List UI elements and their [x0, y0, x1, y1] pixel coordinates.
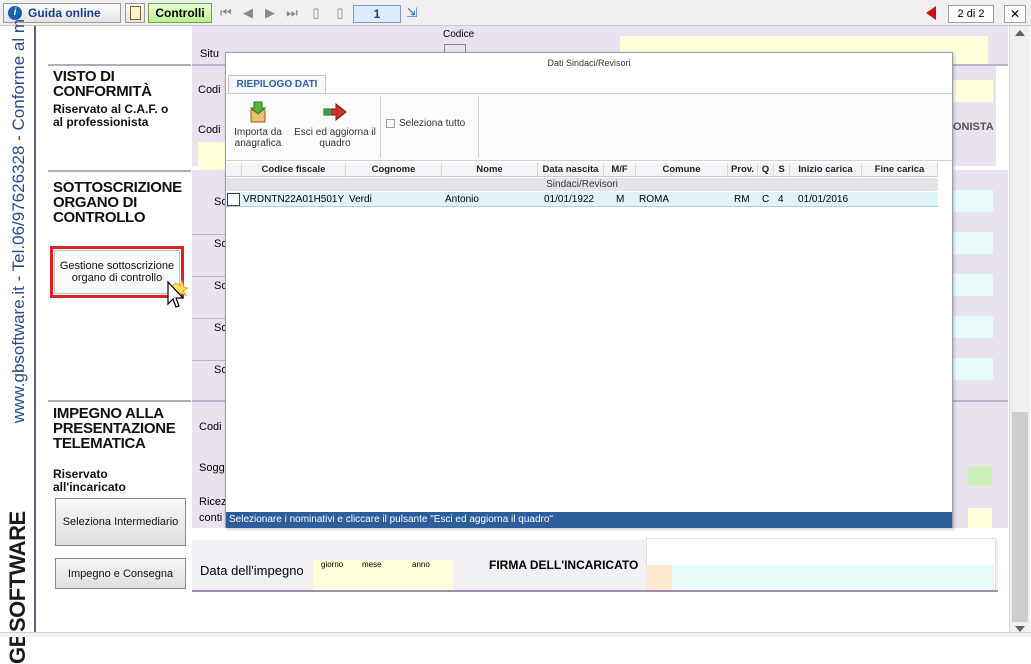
vertical-website-text: www.gbsoftware.it - Tel.06/97626328 - Co…: [9, 19, 28, 424]
sidebar-band: www.gbsoftware.it - Tel.06/97626328 - Co…: [0, 19, 36, 664]
scroll-up-icon[interactable]: [1015, 30, 1025, 36]
new-page-icon[interactable]: ▯: [308, 5, 324, 21]
tab-riepilogo-dati[interactable]: RIEPILOGO DATI: [228, 75, 326, 93]
delete-page-icon[interactable]: ▯: [332, 5, 348, 21]
import-icon: [249, 101, 267, 123]
back-arrow-icon[interactable]: [926, 6, 936, 20]
first-page-icon[interactable]: ⏮: [218, 5, 234, 21]
dialog-status-bar: Selezionare i nominativi e cliccare il p…: [226, 512, 952, 528]
mouse-cursor-icon: [167, 279, 188, 308]
gbsoftware-logo: GBSOFTWARE: [5, 511, 30, 664]
page-indicator: 2 di 2: [948, 5, 994, 23]
exit-update-button[interactable]: Esci ed aggiorna il quadro: [292, 98, 378, 149]
sottoscrizione-title: SOTTOSCRIZIONE ORGANO DI CONTROLLO: [53, 179, 182, 226]
select-all-box[interactable]: [386, 119, 395, 128]
info-icon: i: [8, 6, 22, 20]
table-row[interactable]: VRDNTN22A01H501Y Verdi Antonio 01/01/192…: [226, 192, 938, 207]
goto-page-icon[interactable]: ⇲: [404, 5, 420, 21]
dati-sindaci-dialog: Dati Sindaci/Revisori RIEPILOGO DATI Imp…: [225, 52, 953, 528]
exit-arrow-icon: [323, 102, 347, 122]
vertical-scrollbar[interactable]: [1009, 26, 1030, 637]
last-page-icon[interactable]: ⏭: [284, 5, 300, 21]
close-icon[interactable]: ✕: [1004, 5, 1026, 23]
data-impegno-label: Data dell'impegno: [200, 563, 304, 578]
impegno-title: IMPEGNO ALLA PRESENTAZIONE TELEMATICA: [53, 405, 176, 452]
visto-subtitle: Riservato al C.A.F. o al professionista: [53, 102, 169, 129]
page-number-field[interactable]: 1: [353, 5, 401, 23]
bottom-edge: [0, 632, 1031, 637]
document-icon[interactable]: [125, 3, 145, 23]
controls-button[interactable]: Controlli: [148, 3, 212, 23]
import-anagrafica-button[interactable]: Importa da anagrafica: [228, 98, 288, 149]
select-all-checkbox[interactable]: Seleziona tutto: [386, 118, 478, 129]
dialog-title: Dati Sindaci/Revisori: [547, 58, 631, 68]
top-toolbar: i Guida online Controlli ⏮ ◀ ▶ ⏭ ▯ ▯ 1 ⇲…: [0, 0, 1031, 26]
impegno-consegna-button[interactable]: Impegno e Consegna: [55, 558, 186, 589]
ribbon: Importa da anagrafica Esci ed aggiorna i…: [226, 93, 952, 161]
firma-label: FIRMA DELL'INCARICATO: [489, 558, 639, 572]
riservato-label: Riservato all'incaricato: [53, 467, 126, 494]
visto-title: VISTO DI CONFORMITÀ: [53, 68, 152, 100]
row-checkbox[interactable]: [227, 193, 240, 206]
grid-header: Codice fiscale Cognome Nome Data nascita…: [226, 163, 938, 177]
left-panel: VISTO DI CONFORMITÀ Riservato al C.A.F. …: [38, 26, 191, 606]
codice-label: Codice: [443, 29, 475, 40]
previous-page-icon[interactable]: ◀: [240, 5, 256, 21]
scroll-thumb[interactable]: [1012, 412, 1028, 622]
group-row: Sindaci/Revisori: [226, 178, 938, 191]
next-page-icon[interactable]: ▶: [262, 5, 278, 21]
seleziona-intermediario-button[interactable]: Seleziona Intermediario: [55, 498, 186, 546]
